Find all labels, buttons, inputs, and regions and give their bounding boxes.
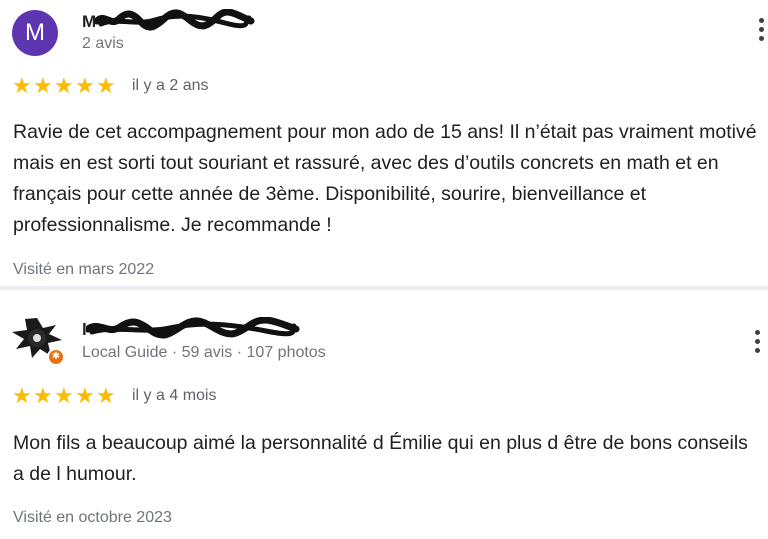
star-icon: ★ [75, 73, 95, 98]
star-rating: ★★★★★ [12, 385, 117, 407]
local-guide-badge-icon: ✱ [47, 348, 65, 366]
review-text: Ravie de cet accompagnement pour mon ado… [13, 121, 757, 236]
star-icon: ★ [75, 383, 95, 408]
avatar[interactable]: M [12, 10, 58, 56]
reviewer-meta: 2 avis [82, 35, 124, 52]
star-icon: ★ [33, 73, 53, 98]
visit-date: Visité en mars 2022 [13, 261, 155, 278]
redaction-scribble [95, 9, 255, 31]
more-vertical-icon[interactable] [745, 326, 768, 362]
star-icon: ★ [96, 73, 116, 98]
star-icon: ★ [54, 73, 74, 98]
redaction-scribble [86, 317, 300, 339]
review-card: M M 2 avis ★★★★★ il y a 2 ans Ravie de c… [0, 0, 768, 288]
review-text: Mon fils a beaucoup aimé la personnalité… [13, 432, 748, 485]
star-icon: ★ [12, 73, 32, 98]
star-icon: ★ [33, 383, 53, 408]
review-age: il y a 2 ans [132, 77, 209, 94]
reviewer-meta: Local Guide · 59 avis · 107 photos [82, 344, 326, 361]
star-rating: ★★★★★ [12, 75, 117, 97]
visit-date: Visité en octobre 2023 [13, 509, 172, 526]
more-vertical-icon[interactable] [749, 14, 768, 50]
review-card: ✱ l Local Guide · 59 avis · 107 photos ★… [0, 290, 768, 539]
star-icon: ★ [54, 383, 74, 408]
star-icon: ★ [96, 383, 116, 408]
star-icon: ★ [12, 383, 32, 408]
review-age: il y a 4 mois [132, 387, 217, 404]
